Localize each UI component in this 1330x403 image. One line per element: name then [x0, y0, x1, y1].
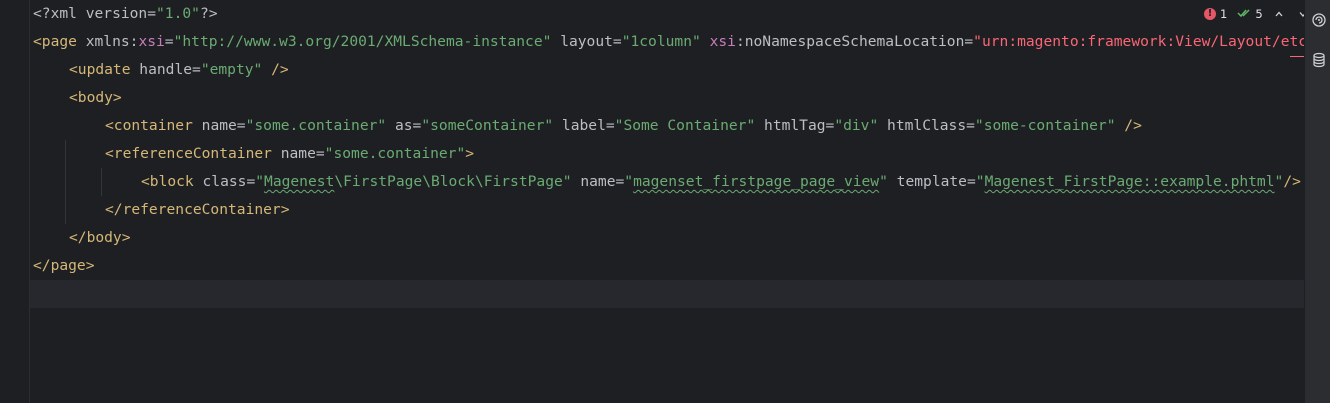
code-token: <update: [69, 61, 140, 78]
code-line-3[interactable]: <update handle="empty" />: [69, 56, 289, 84]
code-token: Magenest: [264, 173, 335, 190]
code-line-4[interactable]: <body>: [69, 84, 122, 112]
code-line-2[interactable]: <page xmlns:xsi="http://www.w3.org/2001/…: [33, 28, 1304, 56]
code-token: <page: [33, 33, 86, 50]
code-token: layout=: [551, 33, 622, 50]
current-line-highlight: [30, 280, 1304, 308]
code-token: />: [1283, 173, 1301, 190]
code-token: class=: [202, 173, 256, 190]
code-token: "http://www.w3.org/2001/XMLSchema-instan…: [173, 33, 552, 50]
code-token: "some-container": [974, 117, 1116, 134]
code-line-8[interactable]: </referenceContainer>: [105, 196, 290, 224]
code-token: as=: [386, 117, 422, 134]
code-token: label=: [553, 117, 615, 134]
code-token: </referenceContainer>: [105, 201, 290, 218]
code-token: name=: [571, 173, 625, 190]
code-editor[interactable]: <?xml version="1.0"?> <page xmlns:xsi="h…: [0, 0, 1330, 403]
code-token: >: [465, 145, 475, 162]
ok-count[interactable]: 5: [1255, 7, 1262, 21]
right-tool-window-bar: [1304, 0, 1330, 403]
code-token: name=: [280, 145, 325, 162]
code-token: "empty": [200, 61, 263, 78]
code-token: template=: [887, 173, 976, 190]
code-token: Magenest_FirstPage::example.phtml: [984, 173, 1275, 190]
code-token: />: [262, 61, 289, 78]
indent-guide: [101, 168, 102, 196]
code-token: "urn:magento:framework:View/Layout/etc/p…: [973, 33, 1304, 50]
code-token: "1column": [621, 33, 701, 50]
code-token: "some.container": [324, 145, 466, 162]
ai-assistant-icon: [1312, 13, 1326, 27]
code-token: htmlClass=: [878, 117, 975, 134]
code-line-5[interactable]: <container name="some.container" as="som…: [105, 112, 1142, 140]
code-token: <container: [105, 117, 202, 134]
error-circle-icon[interactable]: !: [1204, 8, 1216, 20]
code-token: "1.0": [156, 5, 200, 22]
code-token: <referenceContainer: [105, 145, 281, 162]
database-button[interactable]: [1310, 51, 1328, 69]
code-token: ": [624, 173, 634, 190]
code-token: />: [1115, 117, 1142, 134]
code-token: <?xml version=: [33, 5, 157, 22]
code-token: "some.container": [245, 117, 387, 134]
code-token: ": [1274, 173, 1284, 190]
code-token: <block: [141, 173, 203, 190]
double-check-icon[interactable]: [1237, 7, 1251, 22]
code-token: =: [164, 33, 174, 50]
code-token: "div": [834, 117, 879, 134]
code-token: "someContainer": [421, 117, 554, 134]
inspections-widget[interactable]: ! 1 5: [1200, 4, 1315, 24]
code-token: <body>: [69, 89, 122, 106]
chevron-up-icon: [1275, 11, 1283, 17]
code-line-9[interactable]: </body>: [69, 224, 131, 252]
error-count[interactable]: 1: [1220, 7, 1227, 21]
code-token: magenset_firstpage_page_view: [633, 173, 880, 190]
error-underline: [1290, 56, 1304, 57]
ai-assistant-button[interactable]: [1310, 11, 1328, 29]
code-token: :noNamespaceSchemaLocation=: [735, 33, 974, 50]
code-token: ": [879, 173, 888, 190]
previous-highlight-button[interactable]: [1271, 6, 1287, 22]
code-line-10[interactable]: </page>: [33, 252, 95, 280]
code-line-7[interactable]: <block class="Magenest\FirstPage\Block\F…: [141, 168, 1301, 196]
code-token: </body>: [69, 229, 131, 246]
code-token: xsi: [138, 33, 165, 50]
code-line-6[interactable]: <referenceContainer name="some.container…: [105, 140, 474, 168]
code-token: htmlTag=: [755, 117, 835, 134]
code-token: xmlns:: [85, 33, 139, 50]
code-token: </page>: [33, 257, 95, 274]
code-token: ": [975, 173, 985, 190]
code-token: ?>: [199, 5, 218, 22]
code-token: handle=: [139, 61, 201, 78]
code-token: ": [255, 173, 265, 190]
code-token: \FirstPage\Block\FirstPage": [334, 173, 572, 190]
code-token: xsi: [709, 33, 736, 50]
code-token: name=: [201, 117, 246, 134]
code-line-1[interactable]: <?xml version="1.0"?>: [33, 0, 218, 28]
code-token: "Some Container": [614, 117, 756, 134]
code-area[interactable]: <?xml version="1.0"?> <page xmlns:xsi="h…: [0, 0, 1304, 403]
database-icon: [1313, 52, 1325, 68]
indent-guide: [65, 140, 66, 224]
